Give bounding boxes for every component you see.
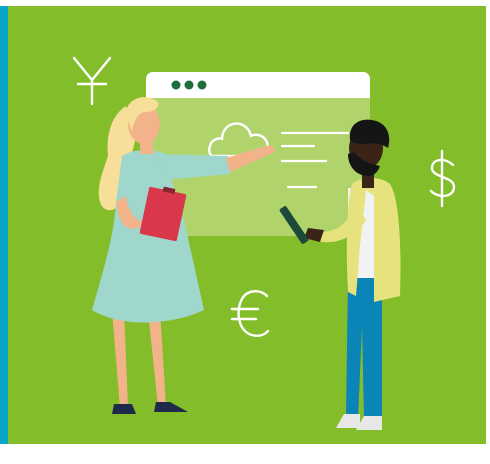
illustration-svg xyxy=(72,56,456,430)
euro-icon xyxy=(230,290,270,337)
man-shoe-left xyxy=(336,414,360,428)
window-dot-1 xyxy=(171,80,181,90)
woman-shoe-right xyxy=(154,402,188,412)
yen-icon xyxy=(72,56,112,106)
accent-bar xyxy=(0,6,8,444)
window-dot-2 xyxy=(184,80,194,90)
window-dot-3 xyxy=(197,80,207,90)
dollar-icon xyxy=(429,149,456,208)
illustration-frame xyxy=(0,0,490,464)
woman-shoe-left xyxy=(112,404,136,414)
illustration-panel xyxy=(8,6,486,444)
